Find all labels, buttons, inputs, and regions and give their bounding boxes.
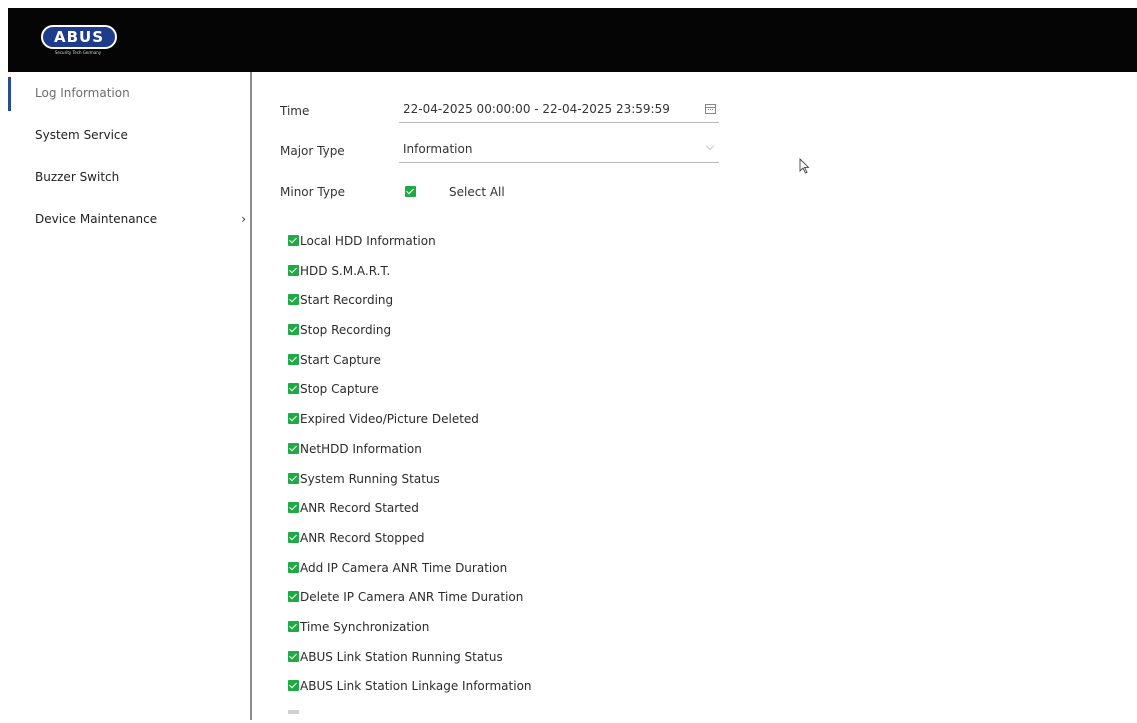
minor-type-checkbox-item[interactable]: Start Capture — [288, 351, 788, 381]
sidebar-item-label: Log Information — [35, 86, 130, 100]
minor-type-label: Minor Type — [280, 185, 345, 199]
chevron-right-icon: › — [241, 212, 246, 226]
minor-type-label: ANR Record Stopped — [300, 530, 425, 545]
checkbox-checked-icon[interactable] — [288, 561, 299, 573]
checkbox-checked-icon[interactable] — [288, 442, 299, 454]
sidebar: Log Information System Service Buzzer Sw… — [8, 72, 252, 720]
checkbox-checked-icon[interactable] — [288, 472, 299, 484]
main-content: Time 22-04-2025 00:00:00 - 22-04-2025 23… — [252, 72, 1137, 720]
minor-type-checkbox-item[interactable]: ABUS Link Station Linkage Information — [288, 677, 788, 707]
checkbox-checked-icon[interactable] — [288, 264, 299, 276]
minor-type-label: HDD S.M.A.R.T. — [300, 263, 391, 278]
minor-type-checkbox-item[interactable]: Stop Capture — [288, 380, 788, 410]
checkbox-checked-icon[interactable] — [288, 680, 299, 692]
checkbox-checked-icon[interactable] — [288, 591, 299, 603]
sidebar-item-log-information[interactable]: Log Information — [8, 72, 250, 114]
minor-type-checkbox-item[interactable]: System Running Status — [288, 470, 788, 500]
minor-type-label: ANR Record Started — [300, 501, 419, 516]
minor-type-label: ABUS Link Station Running Status — [300, 649, 503, 664]
calendar-icon[interactable] — [705, 104, 716, 114]
sidebar-item-label: System Service — [35, 128, 128, 142]
checkbox-checked-icon[interactable] — [288, 383, 299, 395]
checkbox-checked-icon[interactable] — [288, 620, 299, 632]
minor-type-list: Local HDD Information HDD S.M.A.R.T. Start… — [288, 232, 788, 707]
sidebar-item-device-maintenance[interactable]: Device Maintenance › — [8, 198, 250, 240]
select-all-label: Select All — [449, 185, 505, 199]
sidebar-item-label: Buzzer Switch — [35, 170, 120, 184]
time-label: Time — [280, 104, 310, 118]
minor-type-label: Expired Video/Picture Deleted — [300, 412, 479, 427]
checkbox-checked-icon[interactable] — [288, 324, 299, 336]
time-range-field[interactable]: 22-04-2025 00:00:00 - 22-04-2025 23:59:5… — [399, 96, 719, 123]
checkbox-checked-icon[interactable] — [288, 413, 299, 425]
minor-type-checkbox-item[interactable]: ANR Record Stopped — [288, 529, 788, 559]
minor-type-label: System Running Status — [300, 471, 440, 486]
checkbox-checked-icon[interactable] — [288, 502, 299, 514]
minor-type-checkbox-item[interactable]: ANR Record Started — [288, 499, 788, 529]
checkbox-checked-icon[interactable] — [405, 186, 416, 197]
major-type-dropdown[interactable]: Information — [399, 136, 719, 163]
time-range-value: 22-04-2025 00:00:00 - 22-04-2025 23:59:5… — [403, 102, 670, 116]
minor-type-checkbox-item[interactable]: Time Synchronization — [288, 618, 788, 648]
minor-type-checkbox-item[interactable]: NetHDD Information — [288, 440, 788, 470]
logo-tagline: Security Tech Germany — [54, 50, 102, 55]
list-item-partial — [288, 710, 299, 714]
minor-type-checkbox-item[interactable]: Start Recording — [288, 291, 788, 321]
mouse-pointer-icon — [799, 158, 810, 174]
minor-type-label: Start Capture — [300, 352, 381, 367]
minor-type-label: Local HDD Information — [300, 234, 436, 248]
minor-type-checkbox-item[interactable]: HDD S.M.A.R.T. — [288, 262, 788, 292]
sidebar-item-buzzer-switch[interactable]: Buzzer Switch — [8, 156, 250, 198]
abus-logo: ABUS Security Tech Germany — [38, 23, 118, 59]
app-window: ABUS Security Tech Germany Log Informati… — [8, 8, 1137, 720]
minor-type-label: Time Synchronization — [300, 619, 430, 634]
sidebar-item-system-service[interactable]: System Service — [8, 114, 250, 156]
minor-type-label: Delete IP Camera ANR Time Duration — [300, 590, 524, 605]
minor-type-checkbox-item[interactable]: ABUS Link Station Running Status — [288, 648, 788, 678]
minor-type-label: Add IP Camera ANR Time Duration — [300, 560, 508, 575]
major-type-label: Major Type — [280, 144, 345, 158]
checkbox-checked-icon[interactable] — [288, 531, 299, 543]
top-bar: ABUS Security Tech Germany — [8, 8, 1137, 72]
minor-type-label: Stop Recording — [300, 323, 392, 338]
minor-type-checkbox-item[interactable]: Expired Video/Picture Deleted — [288, 410, 788, 440]
checkbox-checked-icon[interactable] — [288, 294, 299, 306]
minor-type-label: ABUS Link Station Linkage Information — [300, 679, 532, 694]
minor-type-label: NetHDD Information — [300, 441, 422, 456]
minor-type-checkbox-item[interactable]: Delete IP Camera ANR Time Duration — [288, 588, 788, 618]
chevron-down-icon — [705, 141, 715, 151]
checkbox-checked-icon[interactable] — [288, 353, 299, 365]
minor-type-label: Start Recording — [300, 293, 394, 308]
sidebar-item-label: Device Maintenance — [35, 212, 158, 226]
minor-type-checkbox-item[interactable]: Local HDD Information — [288, 232, 788, 262]
checkbox-checked-icon[interactable] — [288, 235, 299, 246]
minor-type-label: Stop Capture — [300, 382, 379, 397]
logo-badge: ABUS — [41, 25, 117, 49]
minor-type-checkbox-item[interactable]: Stop Recording — [288, 321, 788, 351]
checkbox-checked-icon[interactable] — [288, 650, 299, 662]
major-type-value: Information — [403, 142, 473, 156]
minor-type-checkbox-item[interactable]: Add IP Camera ANR Time Duration — [288, 559, 788, 589]
